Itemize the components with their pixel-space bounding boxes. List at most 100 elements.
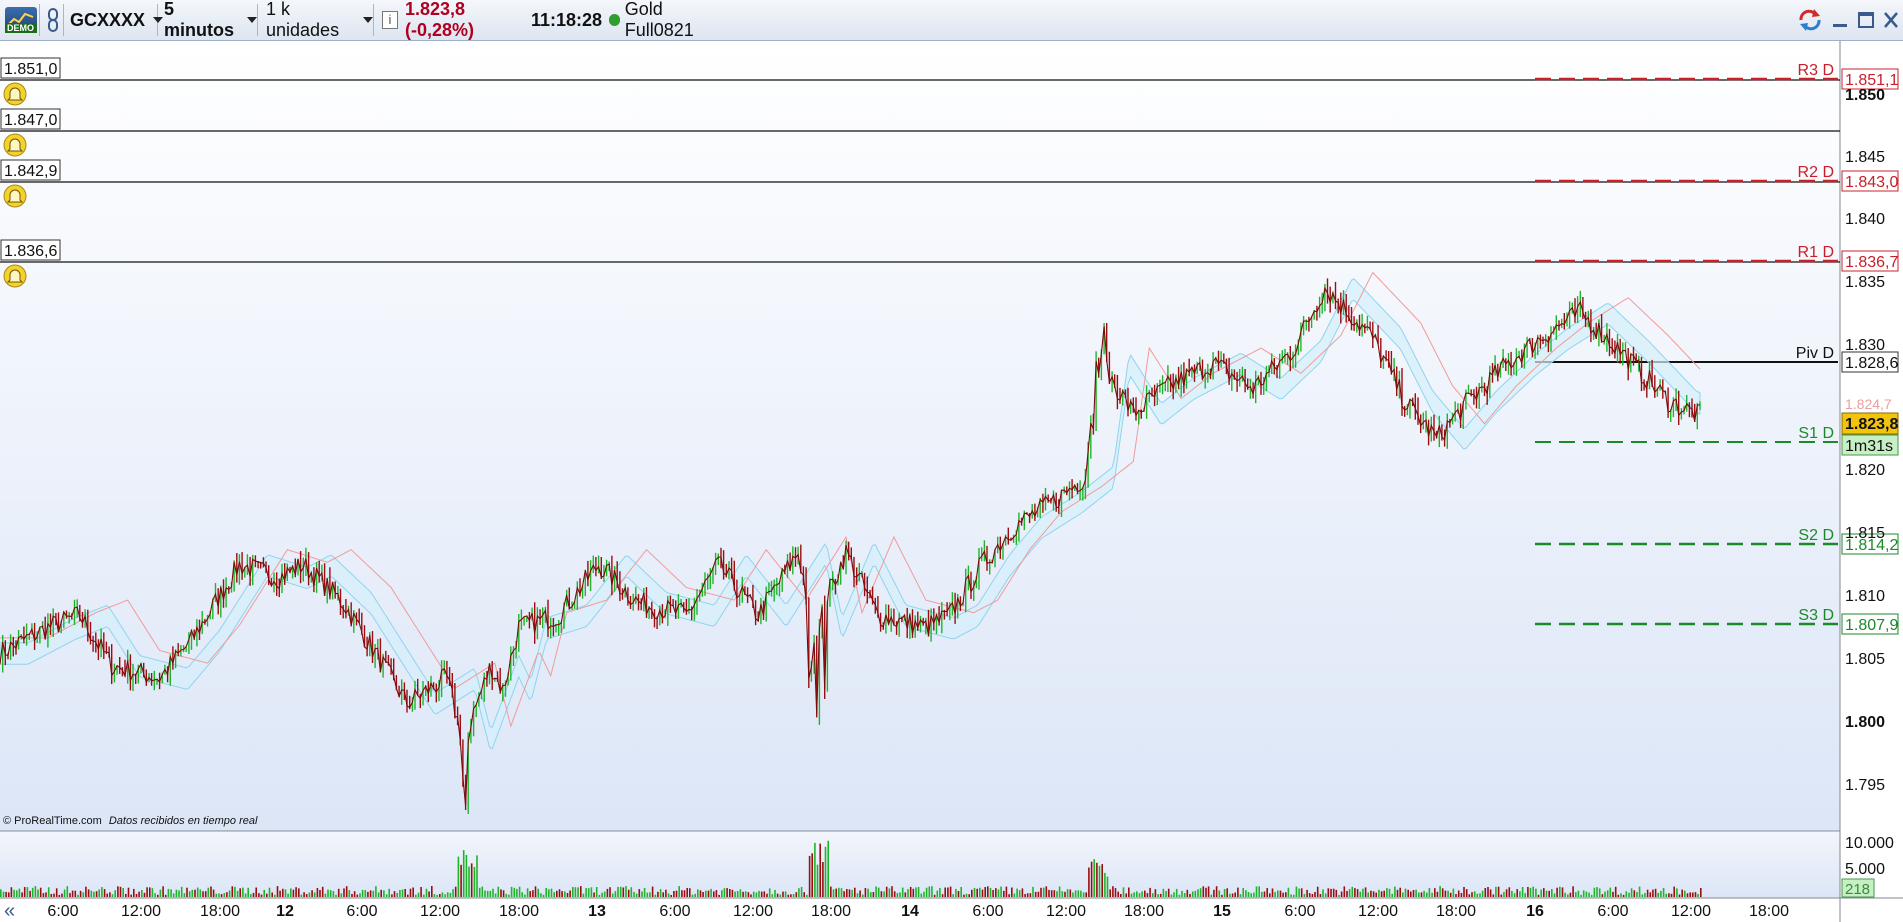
- timeframe-selector[interactable]: 5 minutos: [160, 0, 258, 40]
- volume-bar: [1133, 892, 1135, 897]
- bell-icon[interactable]: [3, 264, 27, 288]
- volume-bar: [659, 889, 662, 897]
- info-icon: i: [382, 11, 398, 29]
- volume-bar: [103, 889, 106, 897]
- volume-bar: [279, 890, 281, 897]
- volume-bar: [180, 886, 183, 897]
- volume-bar: [1641, 894, 1644, 897]
- link-button[interactable]: [42, 4, 64, 36]
- volume-bar: [545, 888, 547, 897]
- volume-bar: [976, 888, 978, 897]
- bell-icon[interactable]: [3, 133, 27, 157]
- volume-bar: [1444, 890, 1447, 897]
- volume-bar: [736, 891, 739, 897]
- symbol-label: GCXXXX: [70, 9, 146, 30]
- scroll-left-button[interactable]: «: [4, 900, 15, 922]
- maximize-icon[interactable]: [1857, 9, 1875, 31]
- volume-bar: [393, 891, 396, 897]
- volume-bar: [606, 888, 609, 897]
- bell-icon[interactable]: [3, 82, 27, 106]
- volume-bar: [973, 887, 976, 897]
- volume-bar: [949, 886, 952, 897]
- volume-bar: [1261, 891, 1263, 897]
- volume-bar: [721, 890, 723, 897]
- close-icon[interactable]: [1882, 9, 1900, 31]
- volume-bar: [1388, 888, 1391, 897]
- volume-bar: [1005, 886, 1008, 897]
- price-axis-label: 1.795: [1845, 777, 1885, 794]
- volume-bar: [1298, 888, 1300, 897]
- pivot-label: S1 D: [1798, 425, 1834, 442]
- volume-bar: [1348, 889, 1351, 897]
- volume-bar: [729, 889, 731, 897]
- volume-bar: [1040, 887, 1042, 897]
- volume-bar: [705, 890, 707, 897]
- volume-bar: [526, 888, 529, 897]
- minimize-icon[interactable]: [1831, 9, 1849, 31]
- volume-bar: [1537, 894, 1540, 897]
- volume-bar: [689, 888, 691, 897]
- volume-bar: [1516, 889, 1518, 897]
- units-selector[interactable]: 1 k unidades: [262, 0, 374, 40]
- volume-bar: [941, 894, 944, 897]
- volume-bar: [979, 887, 981, 897]
- volume-bar: [760, 891, 763, 897]
- volume-bar: [164, 894, 167, 897]
- volume-bar: [779, 894, 782, 897]
- volume-bar: [1024, 894, 1026, 897]
- volume-bar: [191, 889, 194, 897]
- volume-bar: [776, 893, 779, 897]
- price-chart[interactable]: 1.851,0 1.847,0 1.842,9 1.836,6 R3 D 1.8…: [0, 41, 1903, 922]
- volume-bar: [1332, 888, 1335, 897]
- volume-background: [0, 832, 1840, 898]
- volume-bar: [1513, 893, 1516, 897]
- volume-bar: [997, 889, 1000, 897]
- volume-bar: [1338, 895, 1340, 897]
- volume-bar: [228, 890, 231, 897]
- time-axis-label: 18:00: [1749, 903, 1789, 920]
- volume-bar: [1500, 894, 1503, 897]
- volume-bar: [1553, 893, 1556, 897]
- volume-bar: [1082, 892, 1085, 897]
- time-axis-label: 6:00: [1597, 903, 1628, 920]
- volume-bar: [1447, 890, 1449, 897]
- volume-bar: [1378, 889, 1380, 897]
- pivot-value: 1.828,6: [1845, 355, 1898, 372]
- volume-bar: [1660, 890, 1662, 897]
- live-status-icon: [609, 14, 620, 26]
- volume-bar: [1519, 891, 1521, 897]
- volume-bar: [1279, 890, 1282, 897]
- volume-bar: [713, 891, 715, 897]
- volume-bar: [1489, 889, 1492, 897]
- volume-bar: [1622, 894, 1625, 897]
- volume-axis-label: 10.000: [1845, 835, 1894, 852]
- volume-bar: [806, 894, 808, 897]
- volume-bar: [446, 892, 449, 897]
- volume-bar: [614, 891, 617, 897]
- volume-bar: [827, 840, 829, 897]
- volume-bar: [1308, 893, 1311, 897]
- volume-bar: [1165, 891, 1167, 897]
- volume-bar: [26, 887, 29, 897]
- volume-bar: [787, 894, 790, 897]
- volume-bar: [585, 888, 587, 897]
- volume-bar: [1223, 889, 1226, 897]
- refresh-icon[interactable]: [1796, 8, 1824, 32]
- bell-icon[interactable]: [3, 184, 27, 208]
- volume-bar: [1146, 893, 1149, 897]
- watermark-brand: © ProRealTime.com: [3, 815, 102, 827]
- volume-bar: [1407, 889, 1409, 897]
- volume-bar: [172, 893, 175, 897]
- volume-bar: [1580, 894, 1582, 897]
- price-axis-label: 1.815: [1845, 525, 1885, 542]
- volume-bar: [79, 890, 82, 897]
- volume-bar: [409, 888, 412, 897]
- volume-bar: [625, 886, 627, 897]
- info-button[interactable]: i: [380, 4, 400, 36]
- symbol-selector[interactable]: GCXXXX: [66, 4, 164, 36]
- volume-bar: [635, 893, 638, 897]
- volume-bar: [643, 888, 646, 897]
- volume-bar: [1085, 892, 1087, 897]
- volume-bar: [417, 892, 420, 897]
- volume-bar: [872, 892, 875, 897]
